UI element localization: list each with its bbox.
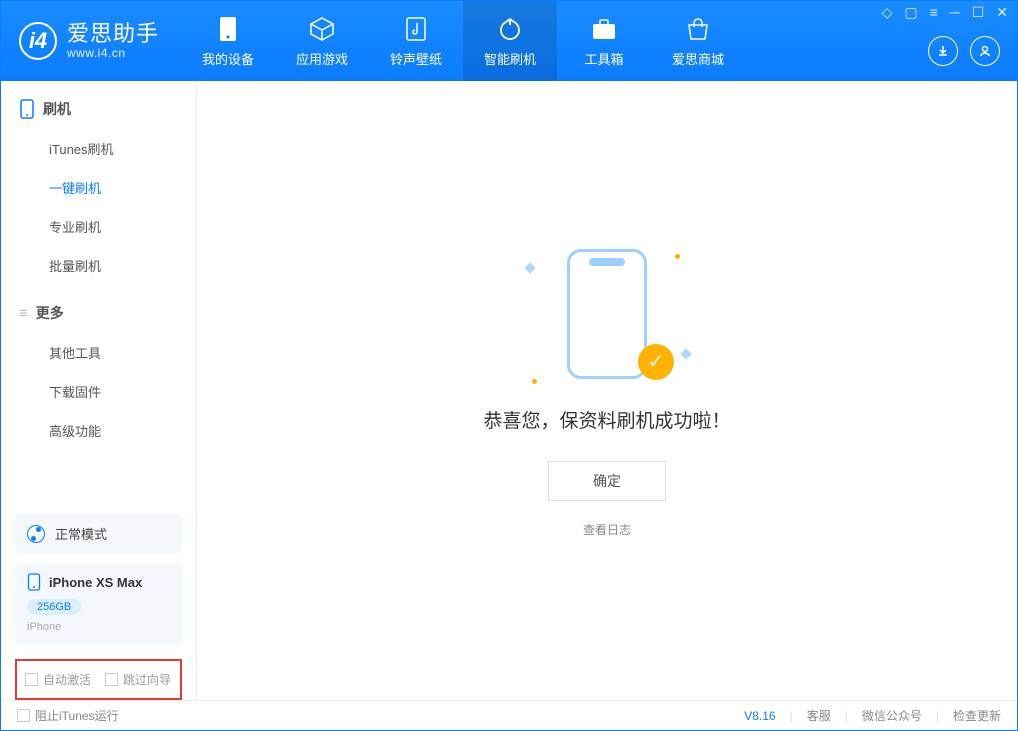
highlighted-options-row: 自动激活 跳过向导 [15, 659, 182, 700]
ok-button[interactable]: 确定 [548, 461, 666, 501]
sidebar-item-pro-flash[interactable]: 专业刷机 [1, 207, 196, 246]
spark-icon [680, 348, 691, 359]
nav-label: 我的设备 [202, 49, 254, 68]
checkbox-icon [25, 673, 38, 686]
device-mode-card[interactable]: 正常模式 [15, 514, 182, 553]
dot-icon [675, 254, 680, 259]
apps-icon [308, 15, 336, 43]
sidebar: 刷机 iTunes刷机 一键刷机 专业刷机 批量刷机 ≡ 更多 其他工具 下载固… [1, 81, 197, 700]
maximize-icon[interactable]: ☐ [972, 4, 985, 21]
spark-icon [524, 262, 535, 273]
link-check-update[interactable]: 检查更新 [953, 707, 1001, 724]
close-icon[interactable]: ✕ [996, 4, 1008, 21]
checkbox-icon [17, 709, 30, 722]
sidebar-item-advanced[interactable]: 高级功能 [1, 411, 196, 450]
version-label: V8.16 [744, 709, 775, 723]
nav-smart-flash[interactable]: 智能刷机 [463, 1, 557, 81]
nav-label: 爱思商城 [672, 49, 724, 68]
nav-label: 智能刷机 [484, 49, 536, 68]
sidebar-item-batch-flash[interactable]: 批量刷机 [1, 246, 196, 285]
nav-my-device[interactable]: 我的设备 [181, 1, 275, 81]
device-icon [214, 15, 242, 43]
nav-label: 工具箱 [585, 49, 624, 68]
nav-toolbox[interactable]: 工具箱 [557, 1, 651, 81]
group-title: 更多 [36, 303, 64, 323]
nav-label: 铃声壁纸 [390, 49, 442, 68]
app-url: www.i4.cn [67, 47, 159, 60]
label: 阻止iTunes运行 [35, 707, 119, 724]
logo-area: i4 爱思助手 www.i4.cn [1, 1, 181, 81]
app-logo-icon: i4 [19, 22, 57, 60]
device-type: iPhone [27, 621, 170, 633]
sidebar-group-header: 刷机 [1, 99, 196, 129]
label: 跳过向导 [123, 671, 171, 688]
app-name: 爱思助手 [67, 22, 159, 46]
sidebar-item-oneclick-flash[interactable]: 一键刷机 [1, 168, 196, 207]
device-name-row: iPhone XS Max [27, 573, 170, 591]
user-button[interactable] [970, 36, 1000, 66]
dot-icon [532, 379, 537, 384]
download-button[interactable] [928, 36, 958, 66]
device-name: iPhone XS Max [49, 575, 142, 590]
sidebar-item-itunes-flash[interactable]: iTunes刷机 [1, 129, 196, 168]
minimize-icon[interactable]: ─ [950, 4, 960, 21]
status-bar: 阻止iTunes运行 V8.16 | 客服 | 微信公众号 | 检查更新 [1, 700, 1017, 730]
group-title: 刷机 [43, 99, 71, 119]
menu-icon[interactable]: ≡ [930, 4, 938, 21]
store-icon [684, 15, 712, 43]
label: 自动激活 [43, 671, 91, 688]
toolbox-icon [590, 15, 618, 43]
sidebar-bottom: 正常模式 iPhone XS Max 256GB iPhone 自动激活 跳过向… [1, 514, 196, 700]
app-header: i4 爱思助手 www.i4.cn 我的设备 应用游戏 铃声壁纸 智能刷机 工具… [1, 1, 1017, 81]
ringtone-icon [402, 15, 430, 43]
phone-icon [19, 99, 35, 119]
header-buttons [928, 36, 1000, 66]
window-controls: ◇ ▢ ≡ ─ ☐ ✕ [882, 4, 1008, 21]
sidebar-group-header: ≡ 更多 [1, 303, 196, 333]
list-icon: ≡ [19, 305, 28, 322]
phone-outline-icon [567, 249, 647, 379]
check-badge-icon: ✓ [638, 344, 674, 380]
body-area: 刷机 iTunes刷机 一键刷机 专业刷机 批量刷机 ≡ 更多 其他工具 下载固… [1, 81, 1017, 700]
sidebar-group-flash: 刷机 iTunes刷机 一键刷机 专业刷机 批量刷机 [1, 81, 196, 285]
sidebar-group-more: ≡ 更多 其他工具 下载固件 高级功能 [1, 285, 196, 450]
device-capacity: 256GB [27, 599, 81, 615]
phone-icon [27, 573, 41, 591]
nav-store[interactable]: 爱思商城 [651, 1, 745, 81]
feedback-icon[interactable]: ▢ [904, 4, 917, 21]
nav-label: 应用游戏 [296, 49, 348, 68]
checkbox-icon [105, 673, 118, 686]
statusbar-right: V8.16 | 客服 | 微信公众号 | 检查更新 [744, 707, 1001, 724]
link-support[interactable]: 客服 [807, 707, 831, 724]
success-message: 恭喜您，保资料刷机成功啦！ [483, 406, 730, 433]
checkbox-auto-activate[interactable]: 自动激活 [25, 671, 91, 688]
sidebar-item-download-firmware[interactable]: 下载固件 [1, 372, 196, 411]
nav-ringtones-wallpapers[interactable]: 铃声壁纸 [369, 1, 463, 81]
theme-icon[interactable]: ◇ [882, 4, 893, 21]
device-mode-label: 正常模式 [55, 524, 107, 543]
view-log-link[interactable]: 查看日志 [583, 521, 631, 538]
sidebar-item-other-tools[interactable]: 其他工具 [1, 333, 196, 372]
device-info-card[interactable]: iPhone XS Max 256GB iPhone [15, 563, 182, 645]
link-wechat[interactable]: 微信公众号 [862, 707, 922, 724]
flash-icon [496, 15, 524, 43]
nav-apps-games[interactable]: 应用游戏 [275, 1, 369, 81]
checkbox-skip-guide[interactable]: 跳过向导 [105, 671, 171, 688]
main-content: ✓ 恭喜您，保资料刷机成功啦！ 确定 查看日志 [197, 81, 1017, 700]
checkbox-block-itunes[interactable]: 阻止iTunes运行 [17, 707, 119, 724]
mode-icon [27, 525, 45, 543]
success-illustration: ✓ [542, 244, 672, 384]
app-title: 爱思助手 www.i4.cn [67, 22, 159, 59]
